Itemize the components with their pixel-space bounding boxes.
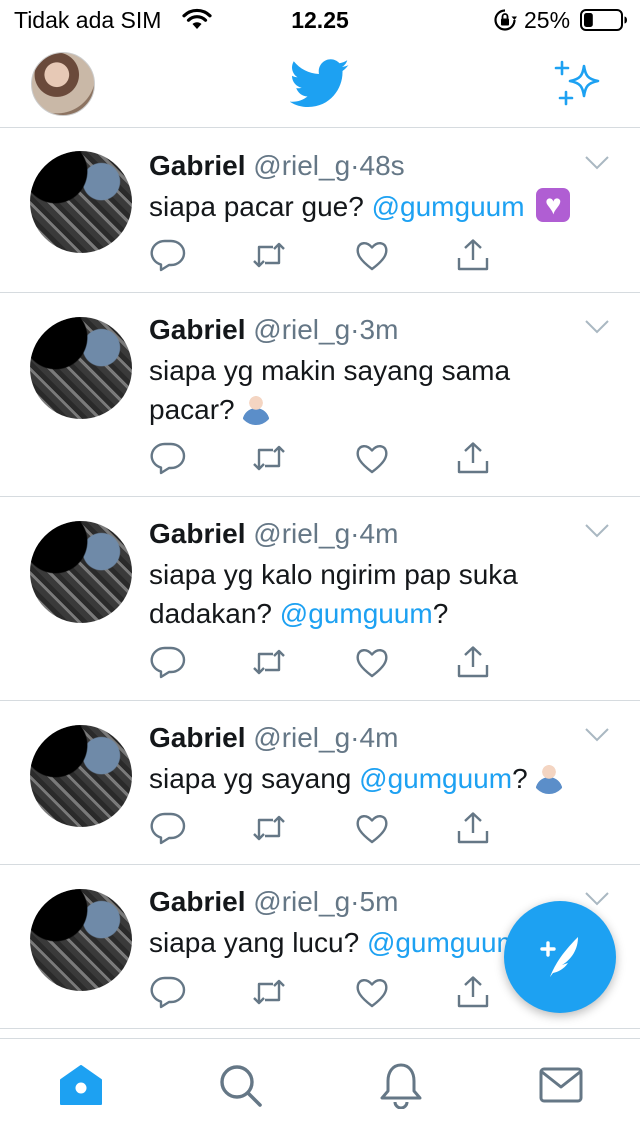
tweet-text-part: ? bbox=[512, 763, 528, 794]
profile-avatar[interactable] bbox=[31, 52, 95, 116]
separator-dot: · bbox=[350, 518, 360, 549]
notifications-icon[interactable] bbox=[377, 1061, 425, 1110]
avatar[interactable] bbox=[30, 725, 132, 827]
share-icon[interactable] bbox=[455, 975, 491, 1009]
tweet-text-part: siapa yg makin sayang sama pacar? bbox=[149, 355, 511, 425]
compose-tweet-button[interactable] bbox=[504, 901, 616, 1013]
person-raising-hand-emoji bbox=[531, 760, 566, 794]
separator-dot: · bbox=[350, 722, 360, 753]
tweet-text-part: siapa pacar gue? bbox=[149, 191, 372, 222]
tweet-text: siapa yg kalo ngirim pap suka dadakan? @… bbox=[149, 555, 569, 633]
purple-heart-emoji bbox=[536, 188, 571, 222]
like-icon[interactable] bbox=[354, 441, 390, 475]
tweet-text: siapa yg makin sayang sama pacar? bbox=[149, 351, 549, 429]
person-raising-hand-emoji bbox=[238, 391, 273, 425]
reply-icon[interactable] bbox=[150, 238, 186, 272]
compose-tweet-icon bbox=[540, 937, 578, 977]
reply-icon[interactable] bbox=[150, 975, 186, 1009]
separator-dot: · bbox=[350, 886, 360, 917]
tweet[interactable]: Gabriel @riel_g·3m siapa yg makin sayang… bbox=[0, 293, 640, 497]
tweet-header: Gabriel @riel_g·4m bbox=[149, 517, 398, 551]
tweet-timestamp: 5m bbox=[359, 886, 399, 917]
retweet-icon[interactable] bbox=[251, 238, 287, 272]
avatar[interactable] bbox=[30, 151, 132, 253]
share-icon[interactable] bbox=[455, 238, 491, 272]
orientation-lock-icon bbox=[494, 9, 517, 31]
sparkle-icon[interactable] bbox=[552, 60, 606, 110]
tweet-header: Gabriel @riel_g·5m bbox=[149, 885, 398, 919]
tweet[interactable]: Gabriel @riel_g·4m siapa yg sayang @gumg… bbox=[0, 701, 640, 865]
chevron-down-icon[interactable] bbox=[584, 155, 610, 171]
chevron-down-icon[interactable] bbox=[584, 523, 610, 539]
tweet-text-part: siapa yang lucu? bbox=[149, 927, 367, 958]
tweet-actions bbox=[150, 238, 495, 272]
chevron-down-icon[interactable] bbox=[584, 727, 610, 743]
mention-link[interactable]: @gumguum bbox=[280, 598, 433, 629]
mention-link[interactable]: @gumguum bbox=[372, 191, 525, 222]
like-icon[interactable] bbox=[354, 238, 390, 272]
retweet-icon[interactable] bbox=[251, 811, 287, 845]
home-timeline: Gabriel @riel_g·48s siapa pacar gue? @gu… bbox=[0, 129, 640, 1029]
search-icon[interactable] bbox=[216, 1061, 264, 1109]
tweet-timestamp: 48s bbox=[359, 150, 405, 181]
tweet[interactable]: Gabriel @riel_g·48s siapa pacar gue? @gu… bbox=[0, 129, 640, 293]
status-bar: Tidak ada SIM 12.25 25% bbox=[0, 0, 640, 40]
tweet-text-part: ? bbox=[432, 598, 449, 629]
like-icon[interactable] bbox=[354, 975, 390, 1009]
share-icon[interactable] bbox=[455, 441, 491, 475]
tweet-timestamp: 3m bbox=[359, 314, 399, 345]
share-icon[interactable] bbox=[455, 811, 491, 845]
author-name[interactable]: Gabriel bbox=[149, 722, 245, 753]
retweet-icon[interactable] bbox=[251, 645, 287, 679]
tweet-actions bbox=[150, 441, 495, 475]
like-icon[interactable] bbox=[354, 811, 390, 845]
retweet-icon[interactable] bbox=[251, 975, 287, 1009]
tweet-text: siapa yg sayang @gumguum? bbox=[149, 759, 609, 798]
avatar[interactable] bbox=[30, 889, 132, 991]
retweet-icon[interactable] bbox=[251, 441, 287, 475]
battery-percent: 25% bbox=[524, 7, 571, 33]
twitter-bird-icon bbox=[290, 59, 349, 107]
battery-icon bbox=[580, 9, 627, 31]
top-navigation-bar bbox=[0, 40, 640, 128]
reply-icon[interactable] bbox=[150, 441, 186, 475]
tweet-actions bbox=[150, 811, 495, 845]
tweet-header: Gabriel @riel_g·4m bbox=[149, 721, 398, 755]
author-name[interactable]: Gabriel bbox=[149, 314, 245, 345]
tweet-header: Gabriel @riel_g·3m bbox=[149, 313, 398, 347]
chevron-down-icon[interactable] bbox=[584, 319, 610, 335]
reply-icon[interactable] bbox=[150, 811, 186, 845]
like-icon[interactable] bbox=[354, 645, 390, 679]
tweet-text: siapa pacar gue? @gumguum bbox=[149, 187, 609, 226]
mention-link[interactable]: @gumguum bbox=[359, 763, 512, 794]
author-name[interactable]: Gabriel bbox=[149, 518, 245, 549]
tweet-header: Gabriel @riel_g·48s bbox=[149, 149, 405, 183]
tweet[interactable]: Gabriel @riel_g·4m siapa yg kalo ngirim … bbox=[0, 497, 640, 701]
tweet-actions bbox=[150, 975, 495, 1009]
messages-icon[interactable] bbox=[537, 1061, 585, 1109]
tweet-timestamp: 4m bbox=[359, 722, 399, 753]
author-handle: @riel_g bbox=[253, 518, 351, 549]
author-handle: @riel_g bbox=[253, 150, 351, 181]
separator-dot: · bbox=[350, 150, 360, 181]
tweet-actions bbox=[150, 645, 495, 679]
author-handle: @riel_g bbox=[253, 314, 351, 345]
author-handle: @riel_g bbox=[253, 886, 351, 917]
separator-dot: · bbox=[350, 314, 360, 345]
tweet-timestamp: 4m bbox=[359, 518, 399, 549]
bottom-tab-bar bbox=[0, 1038, 640, 1136]
reply-icon[interactable] bbox=[150, 645, 186, 679]
share-icon[interactable] bbox=[455, 645, 491, 679]
chevron-down-icon[interactable] bbox=[584, 891, 610, 907]
avatar[interactable] bbox=[30, 521, 132, 623]
author-name[interactable]: Gabriel bbox=[149, 150, 245, 181]
author-name[interactable]: Gabriel bbox=[149, 886, 245, 917]
tweet-text-part: siapa yg sayang bbox=[149, 763, 360, 794]
mention-link[interactable]: @gumguum bbox=[367, 927, 520, 958]
author-handle: @riel_g bbox=[253, 722, 351, 753]
avatar[interactable] bbox=[30, 317, 132, 419]
home-icon[interactable] bbox=[57, 1061, 105, 1109]
